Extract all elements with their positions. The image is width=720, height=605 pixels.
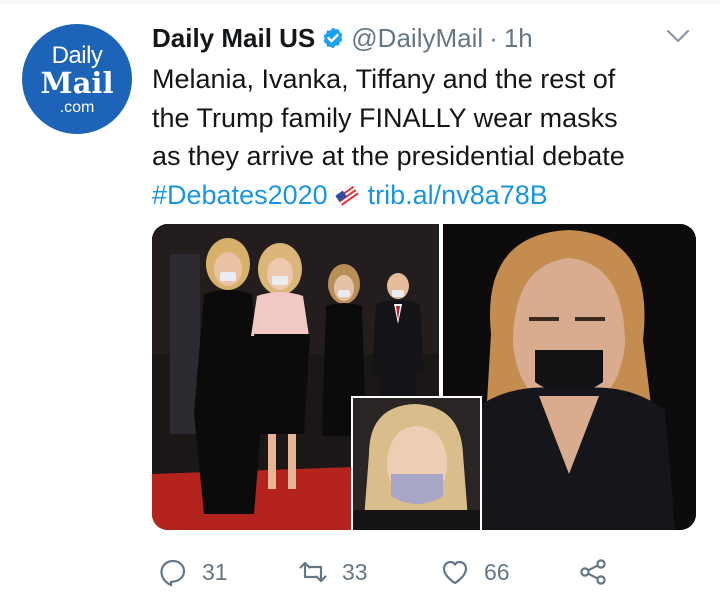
separator-dot: · [489, 22, 498, 53]
url-link[interactable]: trib.al/nv8a78B [368, 180, 548, 210]
tweet-time[interactable]: 1h [504, 23, 533, 54]
author-name[interactable]: Daily Mail US [152, 23, 315, 54]
action-bar: 31 33 66 [152, 552, 700, 592]
hashtag-link[interactable]: #Debates2020 [152, 180, 328, 210]
like-button[interactable]: 66 [440, 552, 510, 592]
avatar[interactable]: Daily Mail .com [22, 24, 132, 134]
tweet-links-line: #Debates2020 trib.al/nv8a78B [152, 176, 700, 215]
verified-badge-icon [321, 26, 345, 50]
retweet-count: 33 [342, 558, 368, 585]
retweet-icon [299, 561, 327, 583]
photo-tiffany-inset[interactable] [351, 396, 482, 530]
tweet-text: Melania, Ivanka, Tiffany and the rest of… [152, 60, 700, 214]
author-handle[interactable]: @DailyMail [351, 23, 483, 54]
like-icon [442, 560, 468, 585]
flag-emoji-icon [335, 184, 359, 206]
avatar-text-com: .com [59, 99, 95, 116]
share-icon [580, 559, 606, 585]
share-button[interactable] [578, 552, 608, 592]
tweet-text-line: Melania, Ivanka, Tiffany and the rest of [152, 64, 616, 94]
reply-count: 31 [202, 558, 228, 585]
tweet-header: Daily Mail US @DailyMail · 1h [152, 20, 533, 56]
chevron-down-icon[interactable] [664, 26, 692, 46]
like-count: 66 [484, 558, 510, 585]
reply-button[interactable]: 31 [158, 552, 228, 592]
reply-icon [160, 559, 186, 587]
avatar-text-mail: Mail [40, 66, 114, 100]
media-grid [152, 224, 696, 530]
tweet-text-line: the Trump family FINALLY wear masks [152, 102, 618, 133]
top-divider [0, 0, 720, 4]
tweet-text-line: as they arrive at the presidential debat… [152, 141, 625, 171]
retweet-button[interactable]: 33 [298, 552, 368, 592]
